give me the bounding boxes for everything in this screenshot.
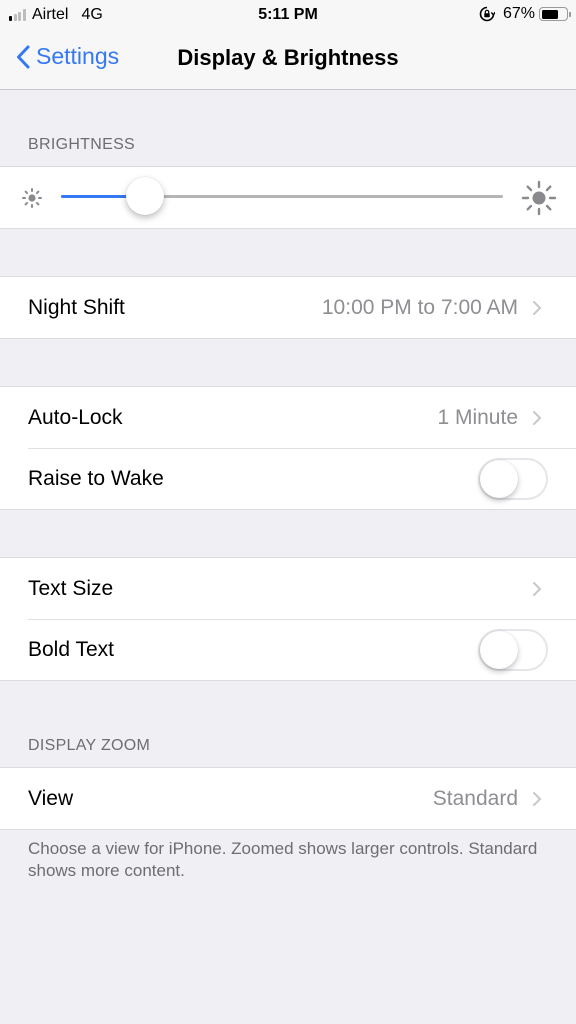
raise-to-wake-toggle[interactable] [478, 457, 548, 500]
brightness-slider[interactable] [61, 177, 503, 215]
battery-icon [539, 7, 571, 21]
auto-lock-value: 1 Minute [437, 405, 518, 429]
chevron-right-icon [533, 300, 542, 315]
night-shift-row[interactable]: Night Shift 10:00 PM to 7:00 AM [0, 277, 576, 338]
page-title: Display & Brightness [177, 45, 399, 70]
brightness-header: BRIGHTNESS [28, 136, 136, 153]
rotation-lock-icon [479, 6, 495, 22]
bold-text-label: Bold Text [28, 637, 114, 661]
chevron-right-icon [533, 410, 542, 425]
battery-percent: 67% [502, 5, 535, 22]
display-zoom-header: DISPLAY ZOOM [28, 737, 151, 754]
auto-lock-row[interactable]: Auto-Lock 1 Minute [0, 387, 576, 448]
bold-text-row: Bold Text [0, 619, 576, 680]
text-size-row[interactable]: Text Size [0, 558, 576, 619]
toggle-knob [480, 459, 518, 498]
toggle-knob [480, 630, 518, 669]
text-group: Text Size Bold Text [0, 557, 576, 681]
view-row[interactable]: View Standard [0, 768, 576, 829]
text-size-label: Text Size [28, 576, 114, 600]
status-bar: Airtel 4G 5:11 PM 67% [0, 0, 576, 34]
night-shift-value: 10:00 PM to 7:00 AM [321, 295, 518, 319]
view-value: Standard [432, 786, 518, 810]
night-shift-group: Night Shift 10:00 PM to 7:00 AM [0, 276, 576, 339]
night-shift-label: Night Shift [28, 295, 125, 319]
chevron-right-icon [533, 791, 542, 806]
bold-text-toggle[interactable] [478, 628, 548, 671]
raise-to-wake-row: Raise to Wake [0, 448, 576, 509]
brightness-row [0, 167, 576, 228]
raise-to-wake-label: Raise to Wake [28, 466, 164, 490]
view-label: View [28, 786, 74, 810]
battery-fill [541, 9, 558, 19]
sun-small-icon [22, 188, 42, 208]
display-zoom-group: View Standard [0, 767, 576, 830]
slider-thumb[interactable] [125, 177, 164, 215]
lock-group: Auto-Lock 1 Minute Raise to Wake [0, 386, 576, 510]
sun-large-icon [521, 180, 557, 216]
status-right: 67% [479, 5, 571, 23]
brightness-group [0, 166, 576, 229]
display-zoom-footer: Choose a view for iPhone. Zoomed shows l… [28, 839, 538, 880]
chevron-right-icon [533, 581, 542, 596]
navigation-bar: Settings Display & Brightness [0, 34, 576, 90]
auto-lock-label: Auto-Lock [28, 405, 123, 429]
